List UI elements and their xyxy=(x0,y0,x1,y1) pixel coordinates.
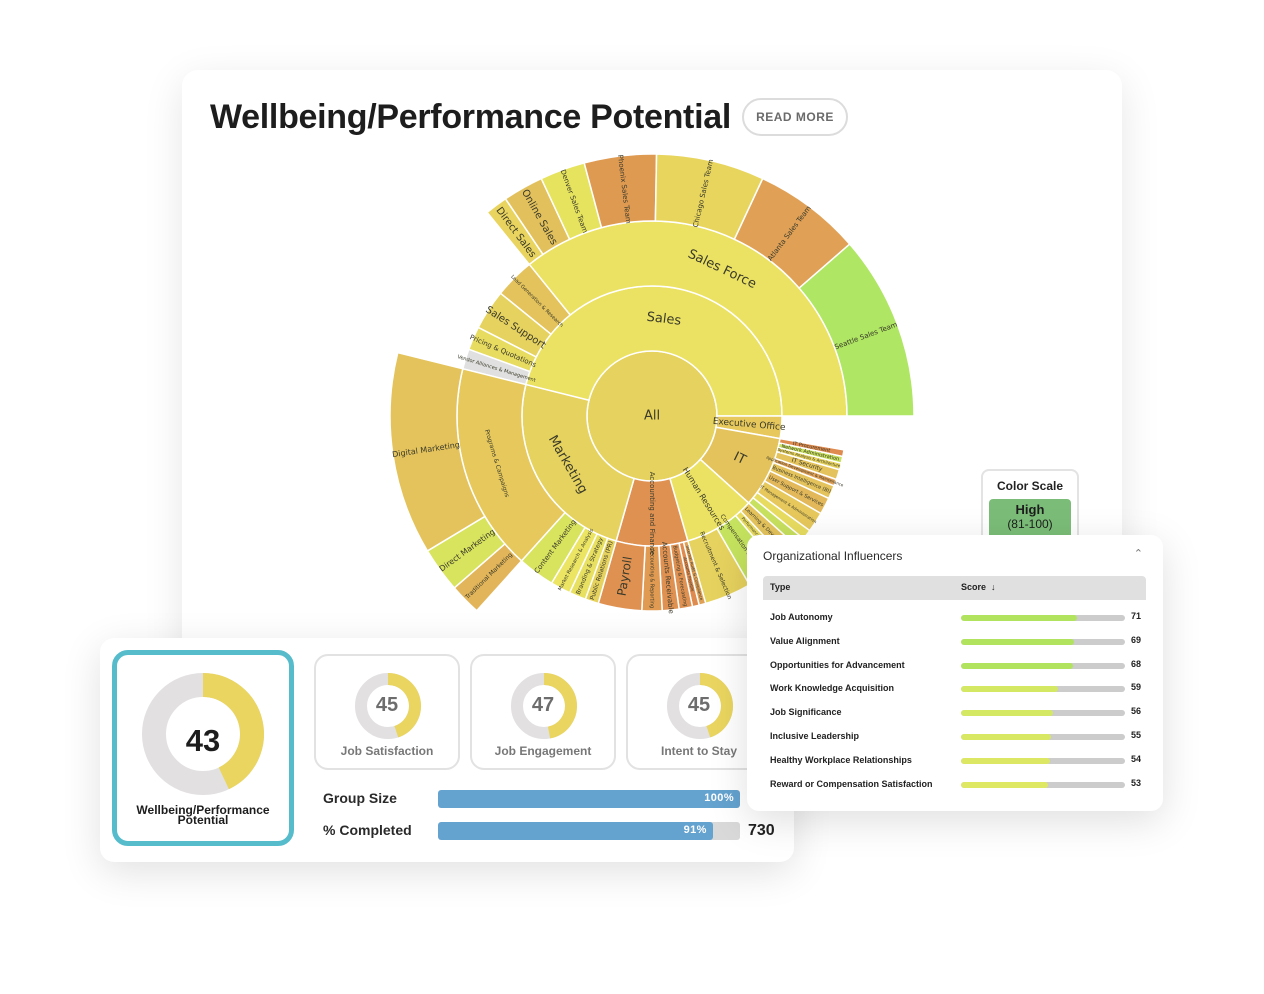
group-size-percent: 100% xyxy=(704,792,734,804)
influencer-score: 55 xyxy=(1131,730,1142,740)
chevron-up-icon[interactable]: ⌃ xyxy=(1134,547,1143,560)
influencer-score: 59 xyxy=(1131,682,1142,693)
completed-bar: 91% xyxy=(438,822,740,840)
influencer-score-fill xyxy=(961,662,1073,669)
influencer-row: Opportunities for Advancement 68 xyxy=(763,656,1146,676)
influencer-row: Value Alignment 69 xyxy=(763,632,1146,652)
influencer-type: Work Knowledge Acquisition xyxy=(770,683,895,694)
influencer-type: Reward or Compensation Satisfaction xyxy=(770,778,933,789)
job-engagement-value: 47 xyxy=(531,694,555,716)
influencer-score: 54 xyxy=(1131,753,1142,764)
influencer-score: 69 xyxy=(1131,634,1142,645)
influencer-score-bar xyxy=(961,638,1125,645)
influencer-score-bar xyxy=(961,662,1125,669)
organizational-influencers-panel: Organizational Influencers ⌃ Type Score … xyxy=(747,535,1163,811)
influencer-score-fill xyxy=(961,734,1052,740)
influencer-score-fill xyxy=(961,757,1050,764)
influencer-score-bar xyxy=(961,710,1125,717)
influencer-row: Reward or Compensation Satisfaction 53 xyxy=(763,775,1146,795)
influencer-type: Job Significance xyxy=(770,707,842,718)
influencer-score-bar xyxy=(961,757,1125,764)
job-engagement-label: Job Engagement xyxy=(494,744,592,758)
job-engagement-tile[interactable]: 47 Job Engagement xyxy=(470,654,616,770)
influencer-score: 68 xyxy=(1131,658,1142,669)
influencer-row: Work Knowledge Acquisition 59 xyxy=(763,679,1146,699)
influencer-row: Job Significance 56 xyxy=(763,703,1146,723)
completed-label: % Completed xyxy=(323,822,412,838)
column-header-score[interactable]: Score ↓ xyxy=(961,582,996,592)
job-satisfaction-label: Job Satisfaction xyxy=(340,744,434,758)
influencer-type: Opportunities for Advancement xyxy=(770,659,905,670)
influencer-score-bar xyxy=(961,615,1125,621)
color-scale-title: Color Scale xyxy=(996,479,1064,493)
influencer-type: Value Alignment xyxy=(770,635,840,646)
main-score-tile[interactable]: 43 Wellbeing/Performance Potential xyxy=(112,650,294,846)
scores-card: 43 Wellbeing/Performance Potential 45 Jo… xyxy=(100,638,794,862)
completed-count: 730 xyxy=(748,822,775,839)
color-scale-high-label: High xyxy=(1015,502,1045,517)
read-more-button[interactable]: READ MORE xyxy=(742,98,848,136)
influencer-row: Healthy Workplace Relationships 54 xyxy=(763,751,1146,771)
influencer-score-bar xyxy=(961,781,1125,788)
influencer-score-fill xyxy=(961,781,1048,788)
influencer-type: Job Autonomy xyxy=(770,612,833,622)
group-size-bar: 100% xyxy=(438,790,740,808)
influencer-score: 56 xyxy=(1131,706,1142,717)
influencers-title: Organizational Influencers xyxy=(763,549,903,563)
color-scale-high: High (81-100) xyxy=(989,499,1071,539)
influencer-score-bar xyxy=(961,734,1125,740)
completed-percent: 91% xyxy=(683,824,707,836)
main-score-label: Wellbeing/Performance Potential xyxy=(136,803,270,827)
group-size-label: Group Size xyxy=(323,790,397,806)
job-satisfaction-tile[interactable]: 45 Job Satisfaction xyxy=(314,654,460,770)
color-scale-high-range: (81-100) xyxy=(1007,517,1053,531)
influencer-row: Job Autonomy 71 xyxy=(763,608,1146,628)
influencers-table-header: Type Score ↓ xyxy=(763,576,1146,600)
influencer-score-bar xyxy=(961,686,1125,693)
group-size-bar-fill: 100% xyxy=(438,790,740,808)
column-header-type[interactable]: Type xyxy=(770,582,790,592)
influencer-score-fill xyxy=(961,710,1053,717)
influencer-row: Inclusive Leadership 55 xyxy=(763,727,1146,747)
influencer-score-fill xyxy=(961,686,1058,693)
page-title: Wellbeing/Performance Potential xyxy=(210,98,731,136)
arrow-down-icon: ↓ xyxy=(988,582,996,592)
column-header-score-label: Score xyxy=(961,582,987,592)
influencer-score-fill xyxy=(961,638,1075,645)
influencer-type: Healthy Workplace Relationships xyxy=(770,754,912,765)
influencer-score: 71 xyxy=(1131,611,1142,621)
completed-bar-fill: 91% xyxy=(438,822,713,840)
main-score-value: 43 xyxy=(185,723,221,758)
influencer-type: Inclusive Leadership xyxy=(770,731,860,741)
job-satisfaction-value: 45 xyxy=(375,694,399,716)
influencer-score-fill xyxy=(961,615,1078,621)
influencer-score: 53 xyxy=(1131,777,1142,788)
